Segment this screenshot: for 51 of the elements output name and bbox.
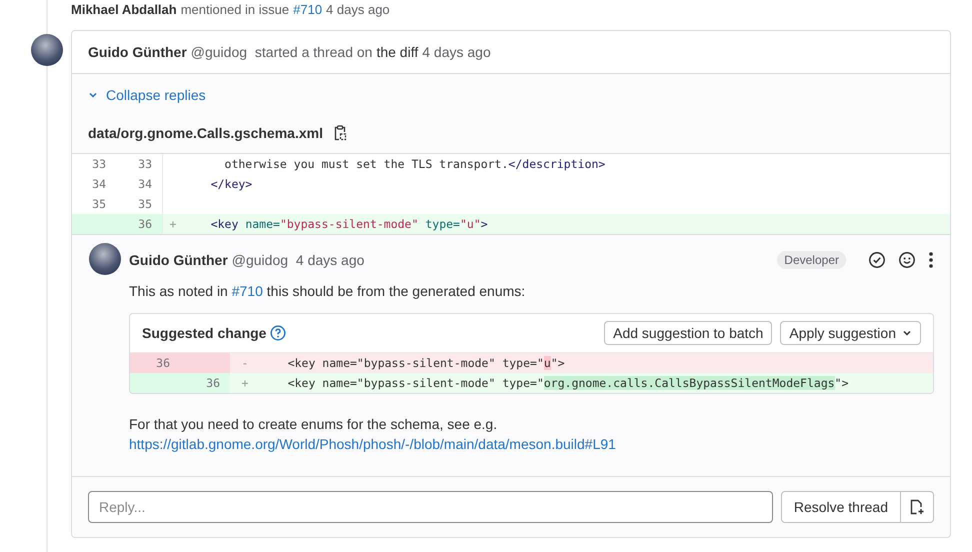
line-number: 33	[91, 156, 107, 173]
check-circle-icon[interactable]	[868, 251, 886, 269]
code-line: otherwise you must set the TLS transport.</description>	[224, 157, 606, 171]
diff-sign: +	[240, 376, 250, 390]
file-plus-icon	[909, 499, 925, 515]
event-text: mentioned in issue	[180, 2, 290, 16]
code-line: <key name="bypass-silent-mode" type="org.gnome.calls.CallsBypassSilentModeFlags">	[286, 376, 849, 390]
author-name[interactable]: Guido Günther	[88, 44, 187, 60]
line-number: 35	[91, 196, 107, 213]
author-name[interactable]: Guido Günther	[129, 252, 228, 268]
help-icon[interactable]	[270, 325, 286, 341]
apply-suggestion-button[interactable]: Apply suggestion	[780, 321, 921, 345]
line-number: 33	[114, 154, 163, 174]
file-path[interactable]: data/org.gnome.Calls.gschema.xml	[88, 125, 323, 141]
line-number: 36	[114, 214, 163, 234]
line-number: 34	[91, 176, 107, 193]
note-time: 4 days ago	[294, 252, 364, 268]
thread-action-text: started a thread on	[254, 44, 372, 60]
role-badge: Developer	[777, 251, 846, 269]
suggestion-title: Suggested change	[142, 325, 266, 341]
author-name[interactable]: Mikhael Abdallah	[71, 2, 177, 16]
reply-field[interactable]: Reply...	[88, 491, 773, 523]
author-handle[interactable]: @guidog	[190, 44, 248, 60]
event-time: 4 days ago	[326, 2, 390, 16]
code-line: <key name="bypass-silent-mode" type="u">	[286, 356, 565, 370]
new-issue-button[interactable]	[901, 491, 934, 523]
chevron-down-icon	[88, 90, 98, 100]
collapse-replies-button[interactable]: Collapse replies	[84, 83, 210, 107]
line-number: 34	[114, 174, 163, 194]
diff-link[interactable]: the diff	[376, 44, 418, 60]
line-number: 36	[130, 353, 180, 373]
resolve-thread-button[interactable]: Resolve thread	[780, 491, 901, 523]
add-to-batch-button[interactable]: Add suggestion to batch	[604, 321, 772, 345]
copy-icon[interactable]	[332, 125, 347, 141]
smiley-icon[interactable]	[898, 251, 916, 269]
chevron-down-icon	[902, 328, 912, 338]
line-number: 36	[180, 373, 230, 393]
issue-link[interactable]: #710	[232, 283, 263, 299]
diff-sign: -	[240, 356, 250, 370]
comment-text: This as noted in #710 this should be from the generated enums:	[129, 282, 526, 301]
diff-sign: +	[168, 217, 178, 231]
avatar[interactable]	[31, 34, 63, 66]
thread-time: 4 days ago	[422, 44, 491, 60]
more-options-icon[interactable]	[928, 251, 934, 269]
author-handle[interactable]: @guidog	[232, 252, 288, 268]
url-link[interactable]: https://gitlab.gnome.org/World/Phosh/phosh/-/blob/main/data/meson.build#L91	[129, 436, 616, 452]
code-line: </key>	[210, 177, 252, 191]
avatar[interactable]	[89, 243, 121, 275]
comment-text: For that you need to create enums for the schema, see e.g. https://gitlab.gnome.org/World/Phosh/phosh/-/blob/main/data/meson.build#L91	[129, 415, 617, 454]
code-line: <key name="bypass-silent-mode" type="u">	[210, 217, 488, 231]
issue-link[interactable]: #710	[293, 2, 322, 16]
